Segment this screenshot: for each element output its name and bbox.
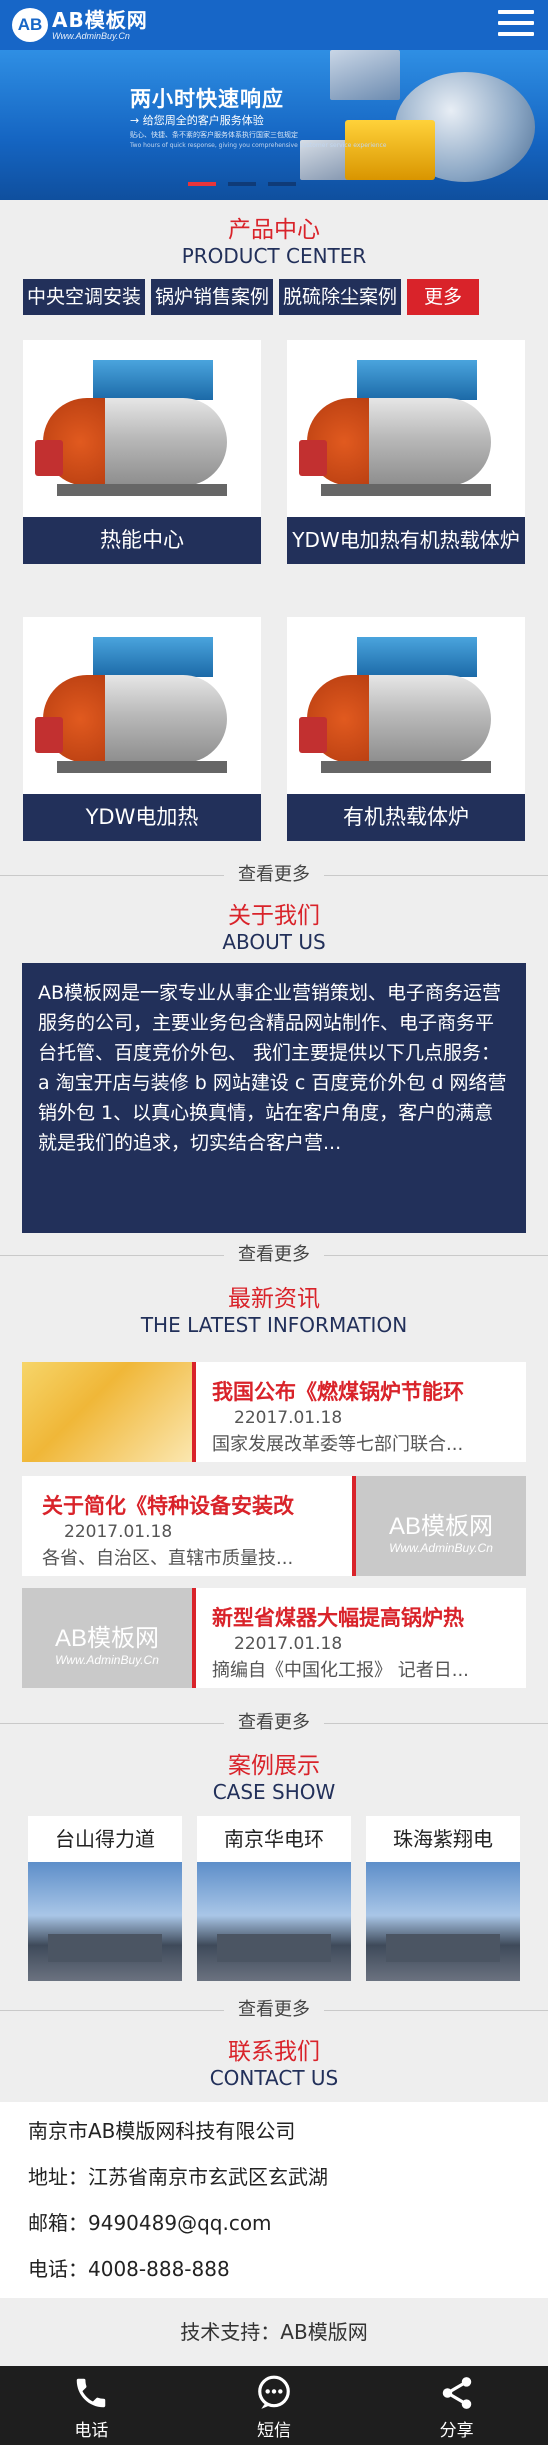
view-more-link[interactable]: 查看更多	[224, 1245, 324, 1265]
products-title-cn: 产品中心	[228, 217, 320, 243]
bottom-nav: 电话 短信 分享	[0, 2366, 548, 2445]
slider-dot[interactable]	[188, 182, 216, 186]
news-title-cn: 最新资讯	[228, 1286, 320, 1312]
news-item[interactable]: 我国公布《燃煤锅炉节能环 22017.01.18 国家发展改革委等七部门联合..…	[22, 1362, 526, 1462]
product-caption: 热能中心	[23, 517, 261, 564]
logo-mark: AB	[12, 8, 48, 42]
contact-address: 地址：江苏省南京市玄武区玄武湖	[28, 2165, 328, 2189]
view-more-link[interactable]: 查看更多	[224, 2000, 324, 2020]
product-card[interactable]: 有机热载体炉	[287, 617, 525, 841]
news-title-en: THE LATEST INFORMATION	[140, 1313, 408, 1337]
case-title: 台山得力道	[55, 1827, 155, 1851]
case-card[interactable]: 珠海紫翔电	[366, 1816, 520, 1981]
view-more-link[interactable]: 查看更多	[224, 865, 324, 885]
tab-boiler-sales[interactable]: 锅炉销售案例	[151, 279, 274, 315]
news-excerpt: 各省、自治区、直辖市质量技...	[42, 1548, 294, 1569]
tab-more[interactable]: 更多	[407, 279, 480, 315]
product-image	[287, 340, 525, 517]
news-excerpt: 摘编自《中国化工报》 记者日...	[212, 1660, 469, 1681]
cases-view-more[interactable]: 查看更多	[0, 2000, 548, 2020]
package-image	[345, 120, 435, 180]
news-excerpt: 国家发展改革委等七部门联合...	[212, 1434, 464, 1455]
cases-title-cn: 案例展示	[228, 1753, 320, 1779]
product-caption: YDW电加热有机热载体炉	[292, 528, 520, 552]
share-icon	[442, 2377, 471, 2409]
case-title: 珠海紫翔电	[393, 1827, 493, 1851]
banner-subtitle: → 给您周全的客户服务体验	[130, 114, 264, 127]
logo-title: AB模板网	[52, 7, 148, 32]
tab-desulfurization[interactable]: 脱硫除尘案例	[279, 279, 402, 315]
case-image	[197, 1862, 351, 1981]
cases-title-en: CASE SHOW	[212, 1780, 336, 1804]
case-image	[28, 1862, 182, 1981]
product-card[interactable]: YDW电加热有机热载体炉	[287, 340, 525, 564]
product-image	[287, 617, 525, 794]
chat-bubble-icon	[258, 2375, 290, 2409]
news-item[interactable]: AB模板网 Www.AdminBuy.Cn 新型省煤器大幅提高锅炉热 22017.…	[22, 1588, 526, 1688]
product-category-tabs: 中央空调安装 锅炉销售案例 脱硫除尘案例 更多	[23, 279, 480, 315]
case-title: 南京华电环	[224, 1827, 324, 1851]
contact-info: 南京市AB模版网科技有限公司 地址：江苏省南京市玄武区玄武湖 邮箱：949048…	[0, 2102, 548, 2298]
news-title[interactable]: 关于简化《特种设备安装改	[42, 1492, 352, 1520]
case-card[interactable]: 南京华电环	[197, 1816, 351, 1981]
contact-phone[interactable]: 电话：4008-888-888	[28, 2246, 520, 2292]
slider-dot[interactable]	[268, 182, 296, 186]
slider-dot[interactable]	[228, 182, 256, 186]
news-title[interactable]: 我国公布《燃煤锅炉节能环	[212, 1378, 526, 1406]
products-title-en: PRODUCT CENTER	[181, 244, 367, 268]
view-more-link[interactable]: 查看更多	[224, 1713, 324, 1733]
news-view-more[interactable]: 查看更多	[0, 1713, 548, 1733]
about-text: AB模板网是一家专业从事企业营销策划、电子商务运营服务的公司，主要业务包含精品网…	[22, 963, 526, 1233]
news-thumbnail: AB模板网 Www.AdminBuy.Cn	[22, 1588, 192, 1688]
news-date: 22017.01.18	[234, 1634, 343, 1654]
product-caption: 有机热载体炉	[287, 794, 525, 841]
contact-title-cn: 联系我们	[228, 2039, 320, 2065]
banner-slider[interactable]: 两小时快速响应 → 给您周全的客户服务体验 贴心、快捷、条不紊的客户服务体系执行…	[0, 50, 548, 200]
menu-icon[interactable]	[498, 8, 534, 40]
news-date: 22017.01.18	[64, 1522, 173, 1542]
products-view-more[interactable]: 查看更多	[0, 865, 548, 885]
news-thumbnail	[22, 1362, 192, 1462]
about-view-more[interactable]: 查看更多	[0, 1245, 548, 1265]
bottom-nav-label: 分享	[439, 2421, 474, 2441]
case-image	[366, 1862, 520, 1981]
news-title[interactable]: 新型省煤器大幅提高锅炉热	[212, 1604, 526, 1632]
news-item[interactable]: 关于简化《特种设备安装改 22017.01.18 各省、自治区、直辖市质量技..…	[22, 1476, 526, 1576]
about-title-cn: 关于我们	[228, 903, 320, 929]
tech-support: 技术支持：AB模版网	[0, 2298, 548, 2366]
logo[interactable]: AB AB模板网 Www.AdminBuy.Cn	[12, 8, 148, 42]
contact-email[interactable]: 邮箱：9490489@qq.com	[28, 2200, 520, 2246]
banner-fine-print-en: Two hours of quick response, giving you …	[130, 142, 387, 149]
bottom-nav-label: 短信	[257, 2421, 291, 2441]
slider-dots	[188, 182, 296, 186]
banner-title: 两小时快速响应	[130, 87, 284, 111]
product-card[interactable]: YDW电加热	[23, 617, 261, 841]
company-name: 南京市AB模版网科技有限公司	[28, 2119, 296, 2143]
product-image	[23, 617, 261, 794]
phone-icon	[77, 2378, 106, 2408]
news-date: 22017.01.18	[234, 1408, 343, 1428]
bottom-nav-share[interactable]: 分享	[365, 2366, 548, 2445]
banner-fine-print: 贴心、快捷、条不紊的客户服务体系执行国家三包规定	[130, 131, 298, 139]
contact-title-en: CONTACT US	[209, 2066, 339, 2090]
product-image	[23, 340, 261, 517]
banner-photo	[330, 50, 400, 100]
tab-hvac-install[interactable]: 中央空调安装	[23, 279, 146, 315]
bottom-nav-phone[interactable]: 电话	[0, 2366, 183, 2445]
header: AB AB模板网 Www.AdminBuy.Cn	[0, 0, 548, 50]
product-caption: YDW电加热	[23, 794, 261, 841]
about-title-en: ABOUT US	[222, 930, 326, 954]
logo-subtitle: Www.AdminBuy.Cn	[52, 30, 130, 41]
bottom-nav-label: 电话	[74, 2421, 109, 2441]
case-card[interactable]: 台山得力道	[28, 1816, 182, 1981]
product-card[interactable]: 热能中心	[23, 340, 261, 564]
news-thumbnail: AB模板网 Www.AdminBuy.Cn	[356, 1476, 526, 1576]
bottom-nav-sms[interactable]: 短信	[183, 2366, 366, 2445]
